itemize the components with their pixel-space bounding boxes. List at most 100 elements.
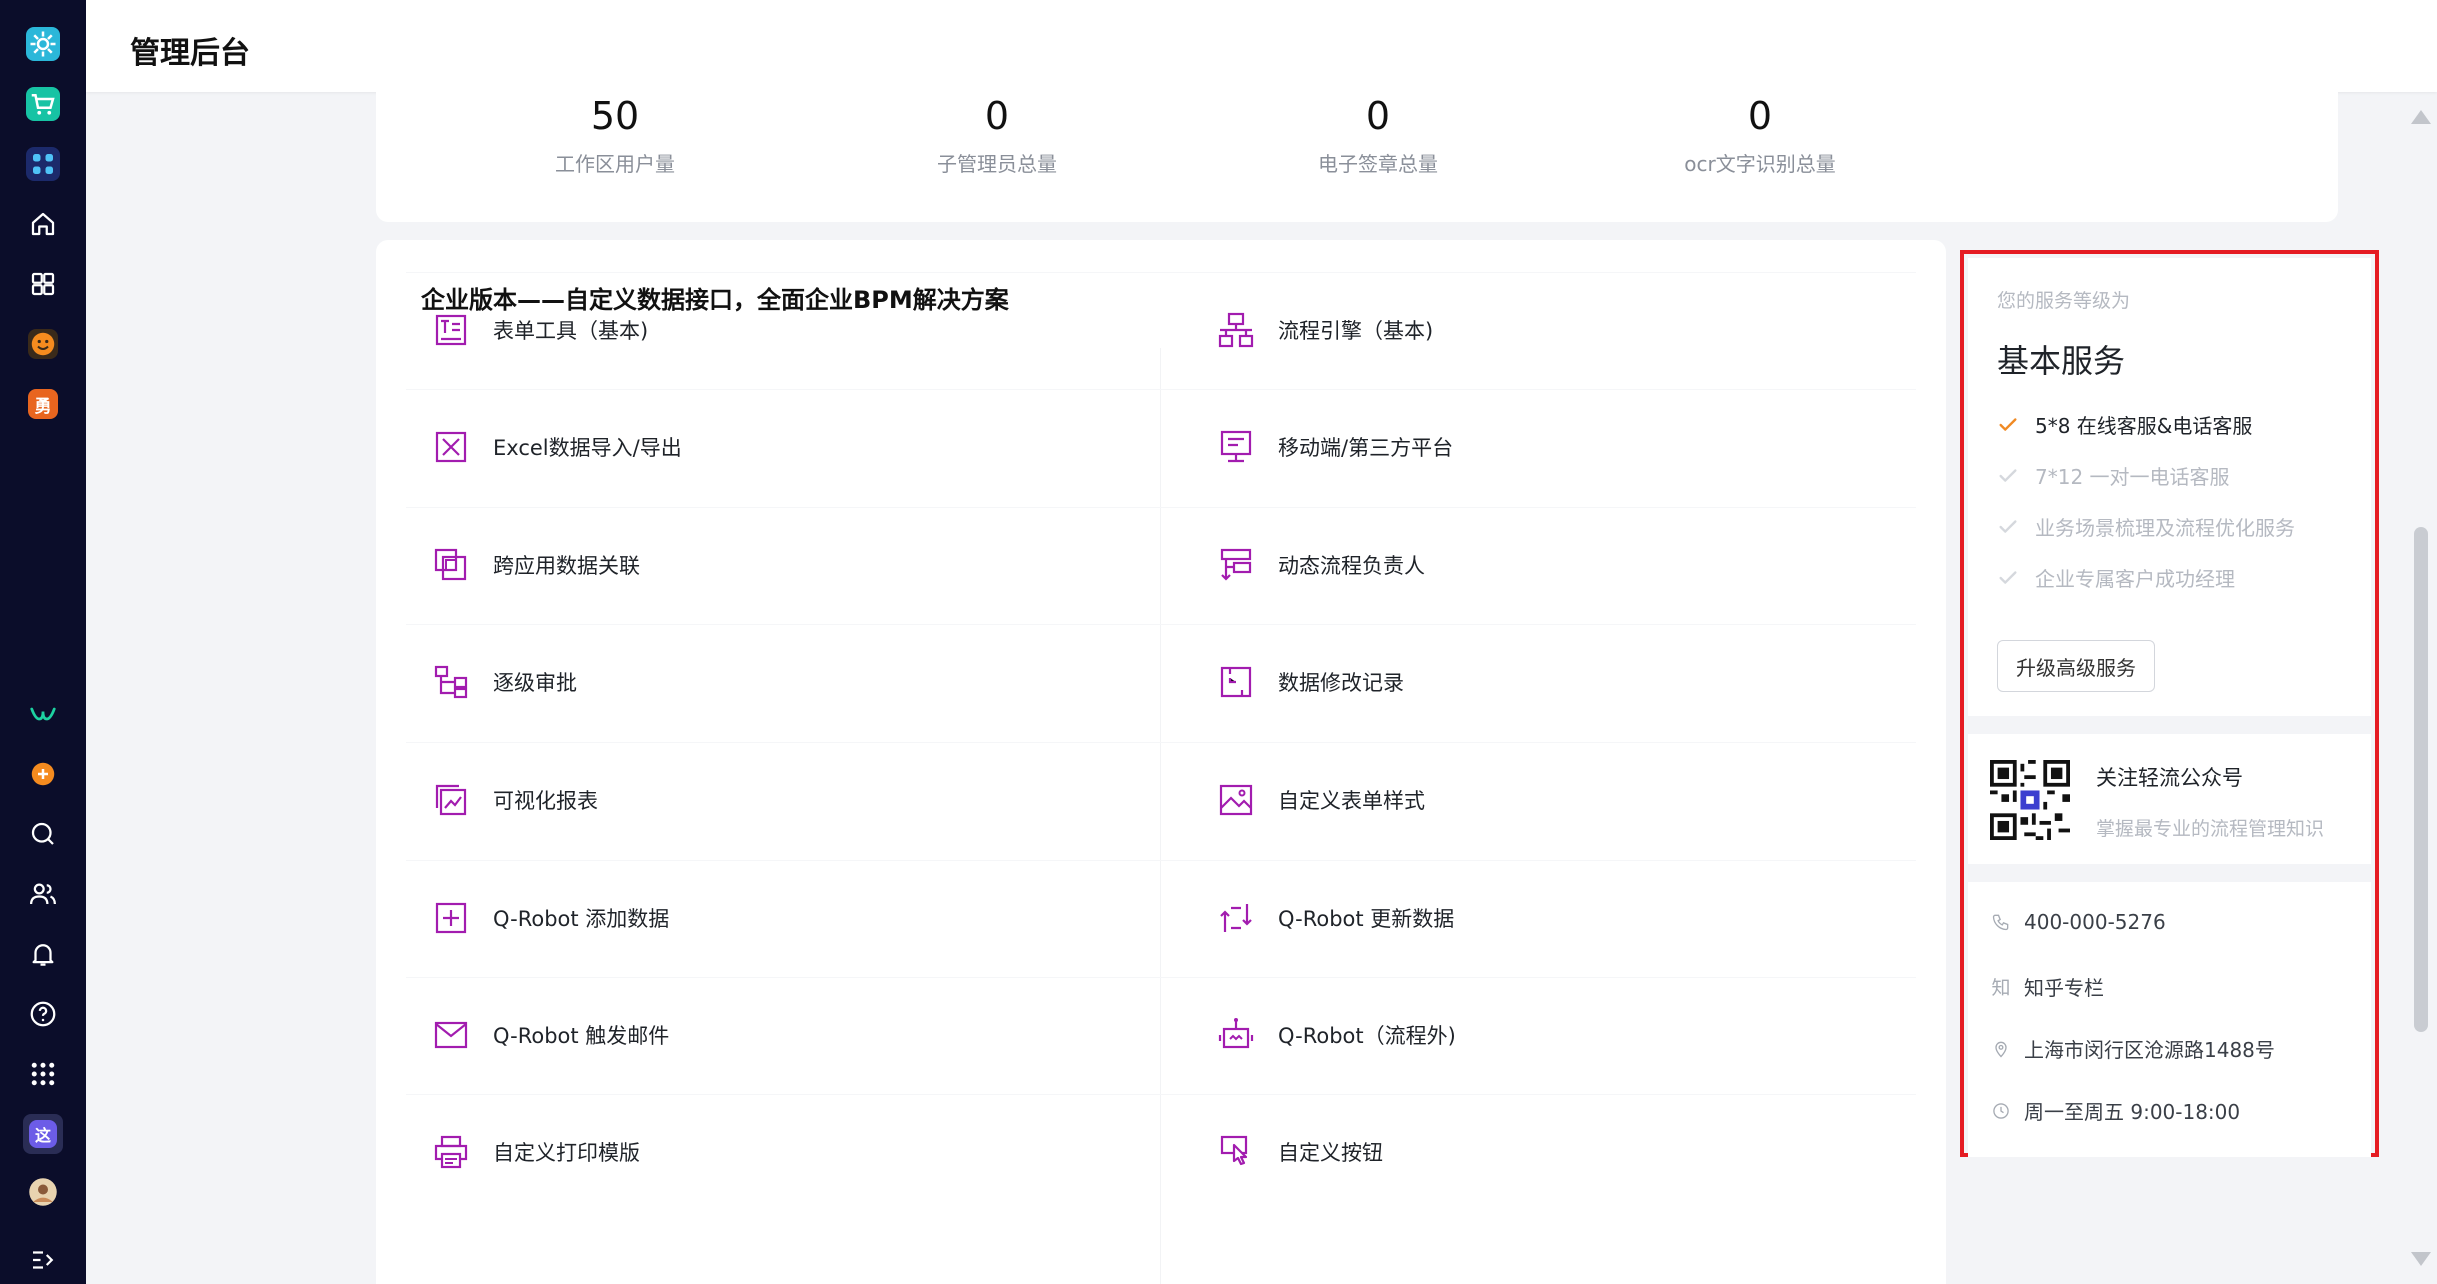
- apps-dots-icon[interactable]: [23, 1054, 63, 1094]
- help-icon[interactable]: [23, 994, 63, 1034]
- shop-app-icon[interactable]: [23, 84, 63, 124]
- expand-menu-icon[interactable]: [23, 1240, 63, 1280]
- settings-app-icon[interactable]: [23, 24, 63, 64]
- feature-label: 可视化报表: [493, 789, 598, 813]
- home-icon[interactable]: [23, 204, 63, 244]
- feature-item: 移动端/第三方平台: [1161, 389, 1931, 505]
- left-nav-rail: 勇 这: [0, 0, 86, 1284]
- dashboard-grid-icon[interactable]: [23, 264, 63, 304]
- feature-item: Q-Robot（流程外): [1161, 977, 1931, 1093]
- service-benefit-label: 业务场景梳理及流程优化服务: [2035, 516, 2295, 540]
- add-data-icon: [431, 898, 471, 938]
- stat-item: 50 工作区用户量: [425, 92, 805, 177]
- add-circle-icon[interactable]: [23, 754, 63, 794]
- row-divider: [406, 1094, 1916, 1095]
- stat-value: 0: [984, 94, 1010, 138]
- clock-icon: [1990, 1100, 2012, 1122]
- cross-app-icon: [431, 545, 471, 585]
- flow-engine-icon: [1216, 310, 1256, 350]
- brand-logo-icon[interactable]: [23, 694, 63, 734]
- contact-phone-row[interactable]: 400-000-5276: [1990, 910, 2166, 934]
- search-icon[interactable]: [23, 814, 63, 854]
- dynamic-owner-icon: [1216, 545, 1256, 585]
- stat-item: 0 ocr文字识别总量: [1570, 92, 1950, 177]
- feature-item: 自定义表单样式: [1161, 742, 1931, 858]
- custom-button-icon: [1216, 1132, 1256, 1172]
- feature-item: 动态流程负责人: [1161, 507, 1931, 623]
- feature-label: 数据修改记录: [1278, 671, 1404, 695]
- enterprise-features-card: 企业版本——自定义数据接口，全面企业BPM解决方案 表单工具（基本) Excel数…: [376, 240, 1946, 1284]
- mail-icon: [431, 1015, 471, 1055]
- bell-icon[interactable]: [23, 934, 63, 974]
- check-icon: [1999, 519, 2017, 533]
- feature-item: 数据修改记录: [1161, 624, 1931, 740]
- service-level-card: 您的服务等级为 基本服务 5*8 在线客服&电话客服 7*12 一对一电话客服 业务…: [1968, 258, 2371, 716]
- feature-label: 自定义按钮: [1278, 1141, 1383, 1165]
- service-benefit-label: 5*8 在线客服&电话客服: [2035, 414, 2253, 438]
- contact-phone: 400-000-5276: [2024, 910, 2166, 934]
- row-divider: [406, 977, 1916, 978]
- scroll-thumb[interactable]: [2414, 527, 2428, 1032]
- feature-item: Q-Robot 添加数据: [376, 860, 1146, 976]
- feature-item: Q-Robot 更新数据: [1161, 860, 1931, 976]
- check-icon: [1999, 468, 2017, 482]
- feature-label: 表单工具（基本): [493, 319, 649, 343]
- page-title: 管理后台: [130, 36, 250, 71]
- chart-report-icon: [431, 780, 471, 820]
- check-icon: [1999, 570, 2017, 584]
- phone-icon: [1990, 911, 2012, 933]
- form-tool-icon: [431, 310, 471, 350]
- feature-label: 自定义打印模版: [493, 1141, 640, 1165]
- wechat-follow-subtitle: 掌握最专业的流程管理知识: [2096, 818, 2325, 840]
- feature-item: Excel数据导入/导出: [376, 389, 1146, 505]
- stat-label: 子管理员总量: [937, 152, 1057, 176]
- feature-item: 自定义打印模版: [376, 1094, 1146, 1210]
- feature-label: 自定义表单样式: [1278, 789, 1425, 813]
- avatar[interactable]: [23, 1172, 63, 1212]
- feature-label: Excel数据导入/导出: [493, 436, 682, 460]
- yong-app-icon[interactable]: 勇: [23, 384, 63, 424]
- upgrade-service-button[interactable]: 升级高级服务: [1997, 640, 2155, 692]
- mobile-platform-icon: [1216, 427, 1256, 467]
- zhe-workspace-icon[interactable]: 这: [23, 1114, 63, 1154]
- feature-item: 流程引擎（基本): [1161, 272, 1931, 388]
- feature-item: 跨应用数据关联: [376, 507, 1146, 623]
- apps-grid-badge-icon[interactable]: [23, 144, 63, 184]
- location-pin-icon: [1990, 1038, 2012, 1060]
- robot-icon: [1216, 1015, 1256, 1055]
- row-divider: [406, 272, 1916, 273]
- feature-item: Q-Robot 触发邮件: [376, 977, 1146, 1093]
- feature-item: 自定义按钮: [1161, 1094, 1931, 1210]
- feature-label: 流程引擎（基本): [1278, 319, 1434, 343]
- wechat-follow-card: 关注轻流公众号 掌握最专业的流程管理知识: [1968, 734, 2371, 864]
- feature-item: 逐级审批: [376, 624, 1146, 740]
- stat-item: 0 电子签章总量: [1188, 92, 1568, 177]
- check-icon: [1999, 417, 2017, 431]
- service-benefit-label: 7*12 一对一电话客服: [2035, 465, 2230, 489]
- row-divider: [406, 507, 1916, 508]
- wechat-follow-title: 关注轻流公众号: [2096, 766, 2243, 790]
- page-scrollbar[interactable]: [2405, 92, 2437, 1284]
- printer-icon: [431, 1132, 471, 1172]
- yong-app-badge-text: 勇: [28, 389, 58, 419]
- feature-label: Q-Robot 触发邮件: [493, 1024, 670, 1048]
- stat-label: 工作区用户量: [555, 152, 675, 176]
- scroll-up-arrow-icon[interactable]: [2411, 110, 2431, 124]
- service-level-title: 基本服务: [1997, 342, 2126, 380]
- scroll-down-arrow-icon[interactable]: [2411, 1252, 2431, 1266]
- row-divider: [406, 860, 1916, 861]
- service-benefit-item: 企业专属客户成功经理: [1997, 563, 2235, 592]
- contact-address-row: 上海市闵行区沧源路1488号: [1990, 1034, 2275, 1063]
- stat-value: 0: [1365, 94, 1391, 138]
- contact-info-card: 400-000-5276 知 知乎专栏 上海市闵行区沧源路1488号 周一至周五…: [1968, 882, 2371, 1157]
- feature-label: 逐级审批: [493, 671, 577, 695]
- image-style-icon: [1216, 780, 1256, 820]
- users-icon[interactable]: [23, 874, 63, 914]
- service-benefit-label: 企业专属客户成功经理: [2035, 567, 2235, 591]
- feature-label: Q-Robot 更新数据: [1278, 907, 1455, 931]
- service-panel-highlight: 您的服务等级为 基本服务 5*8 在线客服&电话客服 7*12 一对一电话客服 业务…: [1960, 250, 2379, 1157]
- feature-label: Q-Robot（流程外): [1278, 1024, 1456, 1048]
- contact-zhihu-row[interactable]: 知 知乎专栏: [1990, 972, 2104, 1001]
- smiley-app-icon[interactable]: [23, 324, 63, 364]
- stat-value: 50: [590, 94, 640, 138]
